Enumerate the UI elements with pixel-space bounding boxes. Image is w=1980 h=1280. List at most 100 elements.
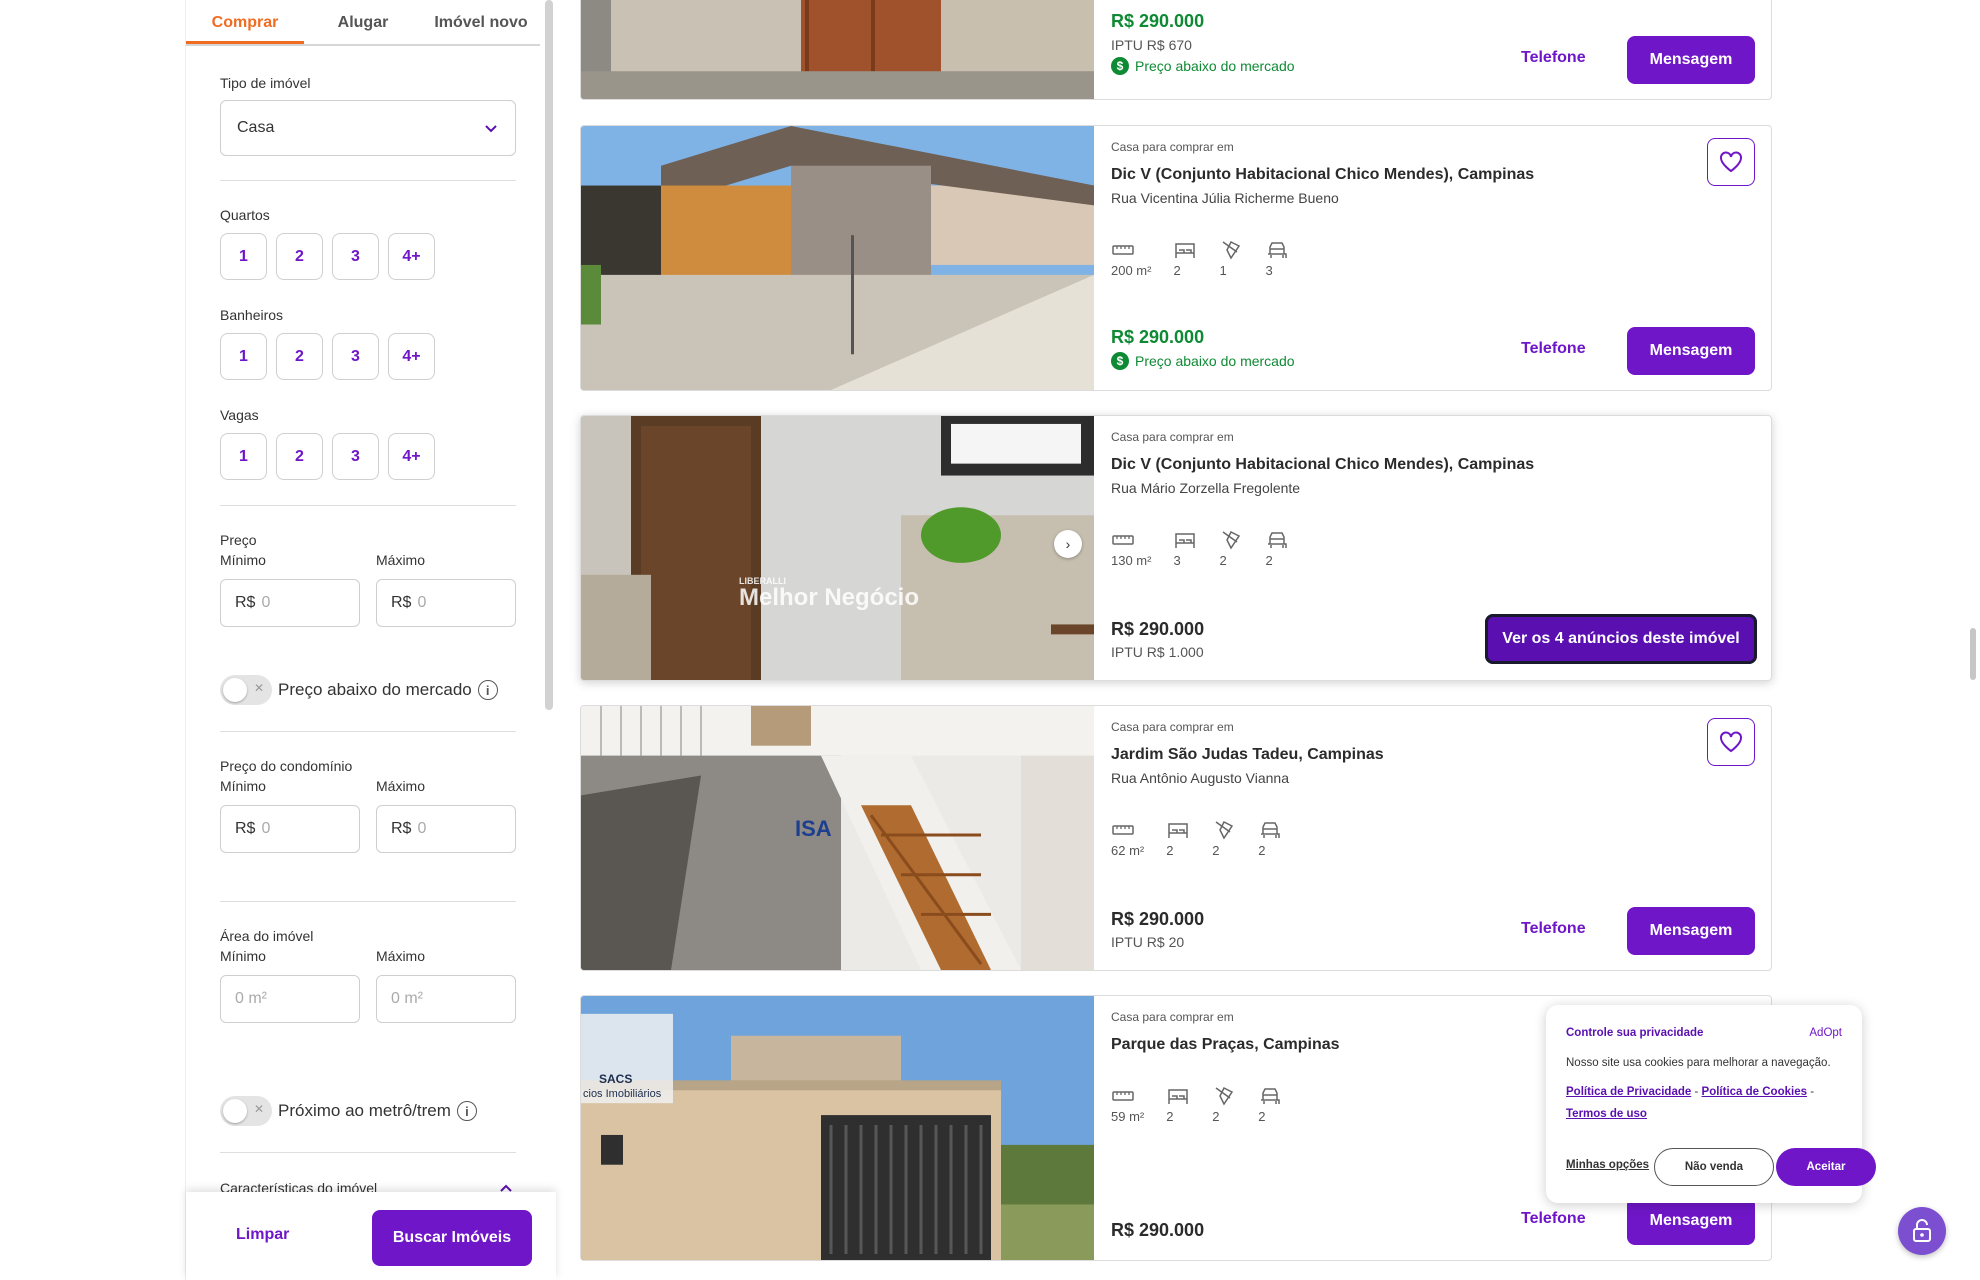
listing-iptu: IPTU R$ 1.000 — [1111, 644, 1204, 660]
listing-card[interactable]: Casa para comprar em Dic V (Conjunto Hab… — [580, 125, 1772, 391]
price-max-input[interactable]: R$ 0 — [376, 579, 516, 627]
bed-icon — [1168, 823, 1188, 838]
cookies-policy-link[interactable]: Política de Cookies — [1702, 1086, 1807, 1098]
price-min-label: Mínimo — [220, 552, 266, 568]
below-market-toggle-row: ✕ Preço abaixo do mercado i — [220, 675, 498, 705]
message-button[interactable]: Mensagem — [1627, 36, 1755, 84]
currency-label: R$ — [235, 820, 256, 837]
bathrooms-option[interactable]: 1 — [220, 333, 267, 380]
listing-title[interactable]: Jardim São Judas Tadeu, Campinas — [1111, 746, 1384, 764]
bathrooms-option[interactable]: 2 — [276, 333, 323, 380]
privacy-policy-link[interactable]: Política de Privacidade — [1566, 1086, 1691, 1098]
bathrooms-option[interactable]: 3 — [332, 333, 379, 380]
listing-photo[interactable]: SACS cios Imobiliários — [581, 996, 1094, 1260]
listing-card[interactable]: R$ 290.000 IPTU R$ 670 $ Preço abaixo do… — [580, 0, 1772, 100]
listing-card[interactable]: ISA Casa para comprar em Jardim São Juda… — [580, 705, 1772, 971]
area-max-input[interactable]: 0 m² — [376, 975, 516, 1023]
search-properties-button[interactable]: Buscar Imóveis — [372, 1210, 532, 1266]
sidebar-scrollbar[interactable] — [545, 0, 553, 710]
filter-actions-bar: Limpar Buscar Imóveis — [186, 1192, 556, 1280]
parking-option[interactable]: 3 — [332, 433, 379, 480]
listing-photo[interactable] — [581, 126, 1094, 390]
privacy-lock-button[interactable] — [1898, 1207, 1946, 1255]
bedrooms-option[interactable]: 1 — [220, 233, 267, 280]
listing-address: Rua Vicentina Júlia Richerme Bueno — [1111, 190, 1339, 206]
view-all-ads-button[interactable]: Ver os 4 anúncios deste imóvel — [1485, 614, 1757, 664]
chevron-right-icon[interactable]: › — [1054, 530, 1082, 558]
do-not-sell-button[interactable]: Não venda — [1654, 1148, 1774, 1186]
link-separator: - — [1810, 1086, 1815, 1098]
watermark-sub: cios Imobiliários — [583, 1088, 662, 1100]
below-market-toggle[interactable]: ✕ — [220, 675, 272, 705]
message-button[interactable]: Mensagem — [1627, 1197, 1755, 1245]
listing-photo[interactable]: ISA — [581, 706, 1094, 970]
chevron-down-icon — [485, 125, 497, 133]
listing-photo[interactable] — [581, 0, 1094, 99]
listing-type: Casa para comprar em — [1111, 720, 1234, 734]
area-feature: 200 m² — [1111, 240, 1151, 278]
bathrooms-value: 2 — [1219, 553, 1227, 568]
area-min-input[interactable]: 0 m² — [220, 975, 360, 1023]
accept-cookies-button[interactable]: Aceitar — [1776, 1148, 1876, 1186]
bedrooms-feature: 2 — [1173, 240, 1197, 278]
tab-alugar[interactable]: Alugar — [304, 0, 422, 44]
cookie-options-link[interactable]: Minhas opções — [1566, 1159, 1649, 1171]
favorite-button[interactable] — [1707, 718, 1755, 766]
area-value: 200 m² — [1111, 263, 1152, 278]
message-button[interactable]: Mensagem — [1627, 907, 1755, 955]
bedrooms-option[interactable]: 3 — [332, 233, 379, 280]
listing-title[interactable]: Dic V (Conjunto Habitacional Chico Mende… — [1111, 456, 1534, 474]
bedrooms-option[interactable]: 2 — [276, 233, 323, 280]
price-min-input[interactable]: R$ 0 — [220, 579, 360, 627]
bedrooms-option[interactable]: 4+ — [388, 233, 435, 280]
info-icon[interactable]: i — [477, 680, 498, 700]
condo-min-input[interactable]: R$ 0 — [220, 805, 360, 853]
bedrooms-value: 3 — [1173, 553, 1181, 568]
phone-button[interactable]: Telefone — [1521, 49, 1586, 67]
near-metro-label: Próximo ao metrô/trem — [278, 1101, 451, 1120]
property-type-label: Tipo de imóvel — [220, 75, 311, 91]
bathrooms-value: 2 — [1212, 1109, 1220, 1124]
tab-imovel-novo[interactable]: Imóvel novo — [422, 0, 540, 44]
area-feature: 62 m² — [1111, 820, 1144, 858]
info-icon[interactable]: i — [456, 1101, 477, 1121]
listing-features: 130 m² 3 2 2 — [1111, 530, 1289, 568]
below-market-badge: $ Preço abaixo do mercado — [1111, 57, 1295, 75]
parking-option[interactable]: 4+ — [388, 433, 435, 480]
tab-comprar[interactable]: Comprar — [186, 0, 304, 44]
area-max-placeholder: 0 m² — [391, 990, 423, 1007]
below-market-text: Preço abaixo do mercado — [1135, 58, 1295, 74]
bathrooms-feature: 2 — [1212, 1086, 1236, 1124]
bathrooms-option[interactable]: 4+ — [388, 333, 435, 380]
dollar-icon: $ — [1111, 352, 1129, 370]
message-button[interactable]: Mensagem — [1627, 327, 1755, 375]
near-metro-toggle[interactable]: ✕ — [220, 1096, 272, 1126]
page-scrollbar[interactable] — [1970, 628, 1976, 680]
listing-card[interactable]: LIBERALLI Melhor Negócio › Casa para com… — [580, 415, 1772, 681]
bathrooms-feature: 2 — [1219, 530, 1243, 568]
listing-address: Rua Mário Zorzella Fregolente — [1111, 480, 1301, 496]
phone-button[interactable]: Telefone — [1521, 1210, 1586, 1228]
clear-filters-button[interactable]: Limpar — [236, 1226, 289, 1244]
listing-photo[interactable]: LIBERALLI Melhor Negócio › — [581, 416, 1094, 680]
favorite-button[interactable] — [1707, 138, 1755, 186]
area-feature: 59 m² — [1111, 1086, 1144, 1124]
parking-option[interactable]: 2 — [276, 433, 323, 480]
area-label: Área do imóvel — [220, 928, 314, 944]
condo-max-input[interactable]: R$ 0 — [376, 805, 516, 853]
listing-title[interactable]: Parque das Praças, Campinas — [1111, 1036, 1340, 1054]
phone-button[interactable]: Telefone — [1521, 920, 1586, 938]
cookie-brand[interactable]: AdOpt — [1809, 1027, 1842, 1039]
parking-option[interactable]: 1 — [220, 433, 267, 480]
terms-link[interactable]: Termos de uso — [1566, 1108, 1647, 1120]
property-type-select[interactable]: Casa — [220, 100, 516, 156]
listing-title[interactable]: Dic V (Conjunto Habitacional Chico Mende… — [1111, 166, 1534, 184]
listing-type: Casa para comprar em — [1111, 1010, 1234, 1024]
phone-button[interactable]: Telefone — [1521, 340, 1586, 358]
below-market-label: Preço abaixo do mercado — [278, 680, 472, 699]
currency-label: R$ — [235, 594, 256, 611]
area-min-label: Mínimo — [220, 948, 266, 964]
shower-icon — [1223, 530, 1241, 550]
listing-iptu: IPTU R$ 670 — [1111, 37, 1192, 53]
divider — [220, 731, 516, 732]
